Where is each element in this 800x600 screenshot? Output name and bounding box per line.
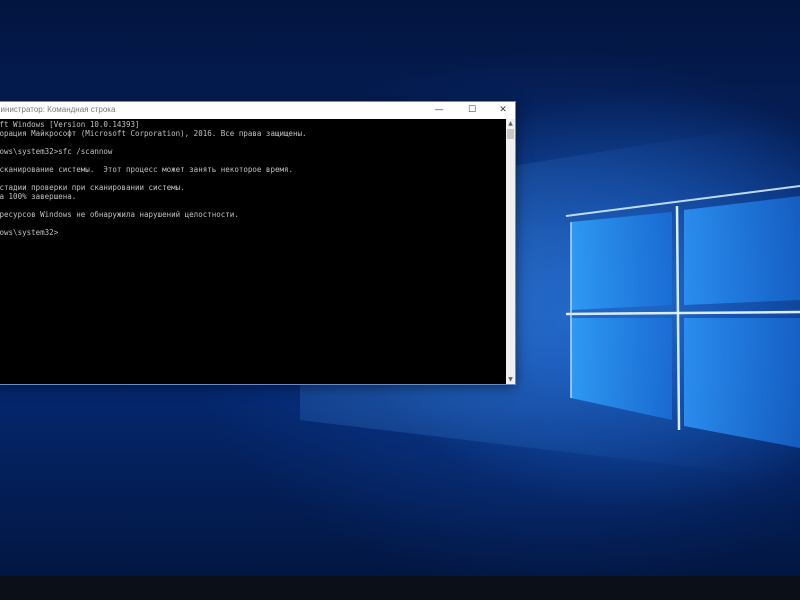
close-button[interactable]: ✕ bbox=[490, 102, 516, 119]
command-prompt-window[interactable]: министратор: Командная строка — ☐ ✕ oft … bbox=[0, 101, 516, 385]
scroll-down-arrow-icon[interactable]: ▼ bbox=[506, 375, 515, 384]
console-line: oft Windows [Version 10.0.14393] bbox=[0, 120, 140, 129]
logo-pane-top-left bbox=[571, 212, 672, 310]
console-line: ка 100% завершена. bbox=[0, 192, 77, 201]
logo-pane-top-right bbox=[684, 196, 800, 305]
window-titlebar[interactable]: министратор: Командная строка — ☐ ✕ bbox=[0, 102, 515, 119]
console-line: стадии проверки при сканировании системы… bbox=[0, 183, 185, 192]
console-line: dows\system32> bbox=[0, 228, 59, 237]
console-line: сканирование системы. Этот процесс может… bbox=[0, 165, 294, 174]
logo-pane-bottom-right bbox=[684, 318, 800, 448]
console-line: ресурсов Windows не обнаружила нарушений… bbox=[0, 210, 239, 219]
window-title: министратор: Командная строка bbox=[0, 105, 116, 114]
vertical-scrollbar[interactable]: ▲ ▼ bbox=[506, 119, 515, 384]
maximize-button[interactable]: ☐ bbox=[459, 102, 485, 119]
taskbar[interactable] bbox=[0, 576, 800, 600]
minimize-button[interactable]: — bbox=[426, 102, 452, 119]
console-output[interactable]: oft Windows [Version 10.0.14393] порация… bbox=[0, 119, 505, 384]
console-line: dows\system32>sfc /scannow bbox=[0, 147, 113, 156]
scroll-thumb[interactable] bbox=[507, 129, 514, 139]
scroll-up-arrow-icon[interactable]: ▲ bbox=[506, 119, 515, 128]
console-line: порация Майкрософт (Microsoft Corporatio… bbox=[0, 129, 307, 138]
